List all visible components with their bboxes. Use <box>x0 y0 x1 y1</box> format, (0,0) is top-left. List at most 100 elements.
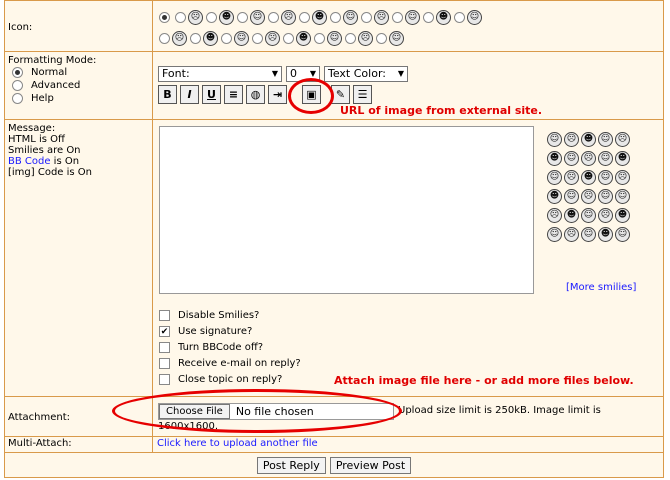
icon-option[interactable]: ☺ <box>221 28 249 49</box>
mode-advanced[interactable]: Advanced <box>12 80 149 91</box>
icon-radio[interactable] <box>423 12 434 23</box>
smiley-icon[interactable]: ☺ <box>598 170 613 185</box>
icon-radio[interactable] <box>392 12 403 23</box>
more-smilies-link[interactable]: [More smilies] <box>566 282 636 293</box>
icon-radio[interactable] <box>159 12 170 23</box>
smiley-icon[interactable]: ☺ <box>564 151 579 166</box>
smiley-icon[interactable]: ☹ <box>564 227 579 242</box>
bbcode-link[interactable]: BB Code <box>8 156 51 167</box>
checkbox[interactable] <box>159 342 170 353</box>
icon-radio[interactable] <box>268 12 279 23</box>
icon-option[interactable]: ☹ <box>268 7 296 28</box>
icon-radio[interactable] <box>361 12 372 23</box>
checkbox[interactable] <box>159 310 170 321</box>
checkbox[interactable] <box>159 374 170 385</box>
checkbox[interactable] <box>159 358 170 369</box>
icon-option[interactable]: ☺ <box>454 7 482 28</box>
icon-radio[interactable] <box>330 12 341 23</box>
icon-option[interactable]: ☹ <box>345 28 373 49</box>
icon-option[interactable]: ☻ <box>190 28 218 49</box>
icon-radio[interactable] <box>190 33 201 44</box>
email-button[interactable]: ⇥ <box>268 85 287 104</box>
smiley-icon[interactable]: ☺ <box>598 132 613 147</box>
preview-post-button[interactable]: Preview Post <box>329 456 412 474</box>
icon-option[interactable]: ☺ <box>237 7 265 28</box>
option-checkbox-row[interactable]: Receive e-mail on reply? <box>159 358 301 369</box>
smiley-icon[interactable]: ☺ <box>581 208 596 223</box>
icon-option[interactable]: ☹ <box>252 28 280 49</box>
link-button[interactable]: ◍ <box>246 85 265 104</box>
icon-option[interactable]: ☻ <box>299 7 327 28</box>
smiley-icon[interactable]: ☹ <box>564 132 579 147</box>
icon-radio[interactable] <box>314 33 325 44</box>
radio-normal[interactable] <box>12 67 23 78</box>
smiley-icon[interactable]: ☺ <box>564 189 579 204</box>
checkbox[interactable]: ✔ <box>159 326 170 337</box>
mode-help[interactable]: Help <box>12 93 149 104</box>
icon-radio[interactable] <box>299 12 310 23</box>
smiley-icon[interactable]: ☹ <box>547 208 562 223</box>
smiley-icon[interactable]: ☻ <box>581 170 596 185</box>
mode-normal[interactable]: Normal <box>12 67 149 78</box>
smiley-icon[interactable]: ☺ <box>547 170 562 185</box>
smiley-icon[interactable]: ☹ <box>581 151 596 166</box>
checkbox-label: Turn BBCode off? <box>178 342 264 353</box>
list-button[interactable]: ☰ <box>353 85 372 104</box>
smiley-icon[interactable]: ☺ <box>581 227 596 242</box>
post-reply-button[interactable]: Post Reply <box>256 456 326 474</box>
icon-option[interactable]: ☺ <box>314 28 342 49</box>
bold-button[interactable]: B <box>158 85 177 104</box>
icon-option[interactable]: ☺ <box>376 28 404 49</box>
radio-help[interactable] <box>12 93 23 104</box>
smiley-icon[interactable]: ☻ <box>615 151 630 166</box>
smiley-icon[interactable]: ☹ <box>615 170 630 185</box>
icon-option[interactable]: ☻ <box>423 7 451 28</box>
option-checkbox-row[interactable]: Close topic on reply? <box>159 374 282 385</box>
icon-option[interactable]: ☹ <box>361 7 389 28</box>
smiley-icon[interactable]: ☺ <box>615 227 630 242</box>
underline-button[interactable]: U <box>202 85 221 104</box>
upload-another-link[interactable]: Click here to upload another file <box>157 438 318 449</box>
smiley-icon[interactable]: ☻ <box>598 227 613 242</box>
option-checkbox-row[interactable]: Turn BBCode off? <box>159 342 263 353</box>
icon-radio[interactable] <box>175 12 186 23</box>
smiley-icon[interactable]: ☹ <box>598 208 613 223</box>
icon-radio[interactable] <box>159 33 170 44</box>
icon-option[interactable]: ☺ <box>392 7 420 28</box>
smiley-icon[interactable]: ☺ <box>615 189 630 204</box>
icon-radio[interactable] <box>376 33 387 44</box>
smiley-icon[interactable]: ☺ <box>598 189 613 204</box>
smiley-icon[interactable]: ☻ <box>615 208 630 223</box>
color-select[interactable]: Text Color: ▼ <box>324 66 408 82</box>
icon-radio[interactable] <box>252 33 263 44</box>
icon-radio[interactable] <box>283 33 294 44</box>
icon-option[interactable]: ☻ <box>206 7 234 28</box>
radio-advanced[interactable] <box>12 80 23 91</box>
italic-button[interactable]: I <box>180 85 199 104</box>
smiley-icon[interactable]: ☺ <box>547 132 562 147</box>
smiley-icon[interactable]: ☹ <box>615 132 630 147</box>
smiley-icon[interactable]: ☻ <box>547 151 562 166</box>
smiley-icon[interactable]: ☻ <box>547 189 562 204</box>
option-checkbox-row[interactable]: ✔ Use signature? <box>159 326 252 337</box>
center-button[interactable]: ≡ <box>224 85 243 104</box>
icon-option[interactable]: ☺ <box>330 7 358 28</box>
smiley-icon[interactable]: ☺ <box>598 151 613 166</box>
icon-radio[interactable] <box>206 12 217 23</box>
icon-radio[interactable] <box>454 12 465 23</box>
smiley-icon[interactable]: ☻ <box>564 208 579 223</box>
message-textarea[interactable] <box>159 126 534 294</box>
icon-radio[interactable] <box>237 12 248 23</box>
icon-option[interactable] <box>159 7 172 28</box>
icon-option[interactable]: ☻ <box>283 28 311 49</box>
font-select[interactable]: Font: ▼ <box>158 66 282 82</box>
icon-radio[interactable] <box>345 33 356 44</box>
icon-radio[interactable] <box>221 33 232 44</box>
option-checkbox-row[interactable]: Disable Smilies? <box>159 310 259 321</box>
icon-option[interactable]: ☹ <box>175 7 203 28</box>
icon-option[interactable]: ☹ <box>159 28 187 49</box>
smiley-icon[interactable]: ☹ <box>564 170 579 185</box>
smiley-icon[interactable]: ☺ <box>547 227 562 242</box>
smiley-icon[interactable]: ☹ <box>581 189 596 204</box>
smiley-icon[interactable]: ☻ <box>581 132 596 147</box>
